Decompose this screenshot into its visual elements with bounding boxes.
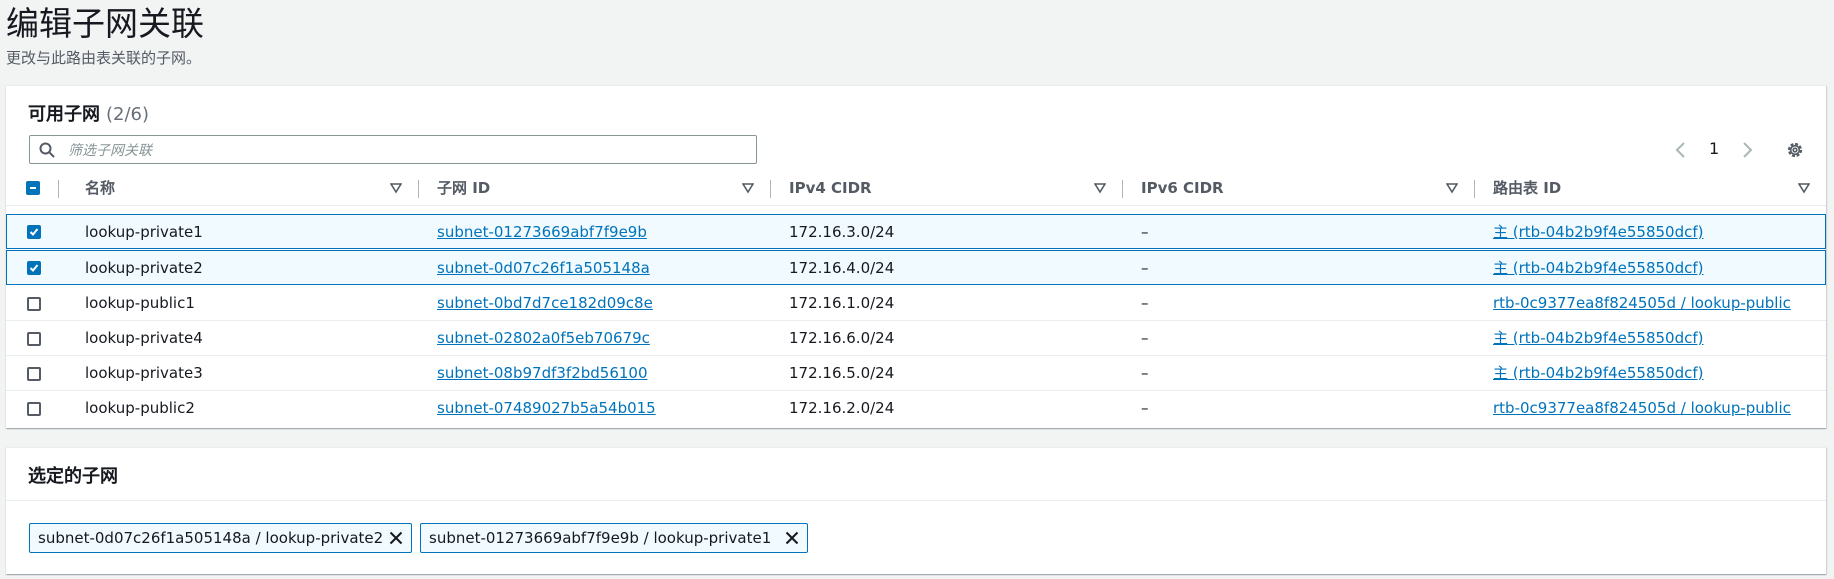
row-checkbox[interactable]: [27, 297, 41, 311]
column-header-name-label: 名称: [85, 179, 116, 197]
column-header-route-table-id[interactable]: 路由表 ID: [1493, 171, 1561, 205]
sort-caret-icon[interactable]: [390, 171, 402, 205]
selected-subnets-panel: 选定的子网 subnet-0d07c26f1a505148a / lookup-…: [6, 447, 1826, 574]
ipv6-cidr: –: [1141, 399, 1149, 417]
search-box[interactable]: [29, 135, 757, 164]
column-header-subnet-id-label: 子网 ID: [437, 179, 491, 197]
subnet-id-link[interactable]: subnet-02802a0f5eb70679c: [437, 321, 650, 356]
close-icon[interactable]: [785, 531, 799, 545]
selected-subnets-heading: 选定的子网: [28, 466, 118, 487]
subnet-name: lookup-public2: [85, 399, 195, 417]
page-subtitle: 更改与此路由表关联的子网。: [6, 49, 202, 67]
sort-caret-icon[interactable]: [1446, 171, 1458, 205]
route-table-link[interactable]: 主 (rtb-04b2b9f4e55850dcf): [1493, 215, 1704, 250]
row-checkbox[interactable]: [27, 402, 41, 416]
ipv4-cidr: 172.16.4.0/24: [789, 259, 895, 277]
indeterminate-icon: [30, 187, 36, 189]
column-header-ipv6-cidr-label: IPv6 CIDR: [1141, 179, 1224, 197]
row-checkbox[interactable]: [27, 367, 41, 381]
search-input[interactable]: [66, 138, 750, 163]
route-table-link[interactable]: 主 (rtb-04b2b9f4e55850dcf): [1493, 251, 1704, 286]
sort-caret-icon[interactable]: [742, 171, 754, 205]
selected-subnet-token: subnet-0d07c26f1a505148a / lookup-privat…: [29, 523, 412, 553]
column-separator[interactable]: [1122, 180, 1123, 198]
column-header-subnet-id[interactable]: 子网 ID: [437, 171, 490, 205]
ipv4-cidr: 172.16.3.0/24: [789, 223, 895, 241]
column-separator[interactable]: [1474, 180, 1475, 198]
selection-count: (2/6): [106, 104, 150, 125]
available-subnets-title: 可用子网: [28, 104, 100, 125]
current-page-number[interactable]: 1: [1709, 139, 1719, 158]
selected-subnet-token: subnet-01273669abf7f9e9b / lookup-privat…: [420, 523, 808, 553]
selected-subnet-token-label: subnet-0d07c26f1a505148a / lookup-privat…: [38, 529, 384, 547]
row-checkbox[interactable]: [27, 332, 41, 346]
column-separator[interactable]: [418, 180, 419, 198]
ipv4-cidr: 172.16.2.0/24: [789, 399, 895, 417]
column-separator[interactable]: [770, 180, 771, 198]
column-header-route-table-id-label: 路由表 ID: [1493, 179, 1562, 197]
available-subnets-panel: 可用子网 (2/6) 1 名称 子网 ID: [6, 85, 1826, 428]
close-icon[interactable]: [389, 531, 403, 545]
column-header-ipv6-cidr[interactable]: IPv6 CIDR: [1141, 171, 1224, 205]
subnet-name: lookup-private2: [85, 259, 203, 277]
ipv6-cidr: –: [1141, 223, 1149, 241]
ipv6-cidr: –: [1141, 364, 1149, 382]
search-icon: [39, 142, 55, 158]
ipv4-cidr: 172.16.6.0/24: [789, 329, 895, 347]
column-header-name[interactable]: 名称: [85, 171, 115, 205]
table-row[interactable]: lookup-private1 subnet-01273669abf7f9e9b…: [6, 214, 1826, 249]
ipv6-cidr: –: [1141, 294, 1149, 312]
ipv6-cidr: –: [1141, 259, 1149, 277]
row-checkbox[interactable]: [27, 261, 41, 275]
sort-caret-icon[interactable]: [1798, 171, 1810, 205]
table-header: 名称 子网 ID IPv4 CIDR IPv6 CIDR 路由表 ID: [6, 171, 1826, 206]
route-table-link[interactable]: 主 (rtb-04b2b9f4e55850dcf): [1493, 321, 1704, 356]
column-separator: [58, 180, 59, 198]
table-row[interactable]: lookup-private3 subnet-08b97df3f2bd56100…: [6, 356, 1826, 391]
page-title: 编辑子网关联: [6, 4, 204, 43]
available-subnets-heading: 可用子网 (2/6): [28, 100, 149, 126]
subnet-id-link[interactable]: subnet-0bd7d7ce182d09c8e: [437, 286, 653, 321]
ipv4-cidr: 172.16.1.0/24: [789, 294, 895, 312]
subnet-id-link[interactable]: subnet-01273669abf7f9e9b: [437, 215, 647, 250]
subnet-id-link[interactable]: subnet-08b97df3f2bd56100: [437, 356, 648, 391]
route-table-link[interactable]: rtb-0c9377ea8f824505d / lookup-public: [1493, 286, 1791, 321]
sort-caret-icon[interactable]: [1094, 171, 1106, 205]
checkmark-icon: [29, 264, 39, 272]
subnet-name: lookup-private4: [85, 329, 203, 347]
divider: [6, 500, 1826, 501]
route-table-link[interactable]: 主 (rtb-04b2b9f4e55850dcf): [1493, 356, 1704, 391]
subnet-id-link[interactable]: subnet-0d07c26f1a505148a: [437, 251, 650, 286]
column-header-ipv4-cidr-label: IPv4 CIDR: [789, 179, 872, 197]
row-checkbox[interactable]: [27, 225, 41, 239]
subnet-name: lookup-private1: [85, 223, 203, 241]
previous-page-icon[interactable]: [1674, 138, 1688, 162]
settings-gear-icon[interactable]: [1786, 141, 1804, 159]
ipv4-cidr: 172.16.5.0/24: [789, 364, 895, 382]
table-row[interactable]: lookup-public2 subnet-07489027b5a54b015 …: [6, 391, 1826, 426]
ipv6-cidr: –: [1141, 329, 1149, 347]
table-row[interactable]: lookup-private2 subnet-0d07c26f1a505148a…: [6, 250, 1826, 285]
subnet-name: lookup-public1: [85, 294, 195, 312]
selected-subnet-token-label: subnet-01273669abf7f9e9b / lookup-privat…: [429, 529, 772, 547]
table-row[interactable]: lookup-private4 subnet-02802a0f5eb70679c…: [6, 321, 1826, 356]
table-row[interactable]: lookup-public1 subnet-0bd7d7ce182d09c8e …: [6, 286, 1826, 321]
select-all-checkbox[interactable]: [26, 181, 40, 195]
checkmark-icon: [29, 228, 39, 236]
column-header-ipv4-cidr[interactable]: IPv4 CIDR: [789, 171, 872, 205]
subnet-id-link[interactable]: subnet-07489027b5a54b015: [437, 391, 656, 426]
route-table-link[interactable]: rtb-0c9377ea8f824505d / lookup-public: [1493, 391, 1791, 426]
subnet-name: lookup-private3: [85, 364, 203, 382]
next-page-icon[interactable]: [1740, 138, 1754, 162]
